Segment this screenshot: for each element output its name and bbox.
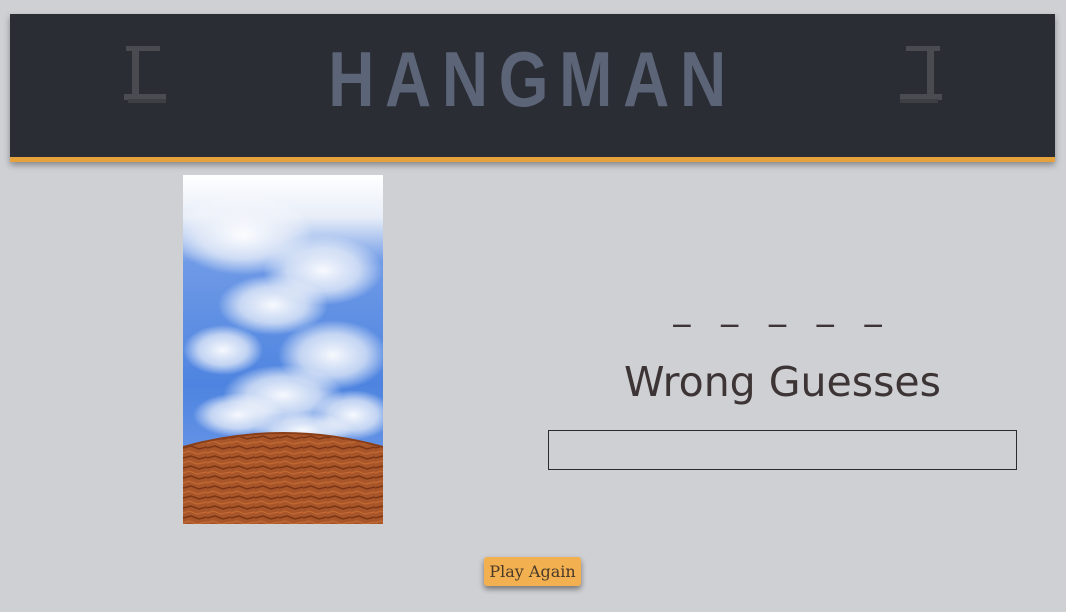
play-again-button[interactable]: Play Again: [484, 557, 581, 586]
gallows-icon: [900, 46, 942, 103]
page-title: HANGMAN: [328, 35, 737, 123]
word-display: _ _ _ _ _: [673, 288, 892, 328]
wrong-guesses-box: [548, 430, 1017, 470]
wrong-guesses-heading: Wrong Guesses: [623, 358, 942, 406]
hangman-scene-image: [183, 175, 383, 524]
header-bar: HANGMAN: [10, 14, 1055, 162]
